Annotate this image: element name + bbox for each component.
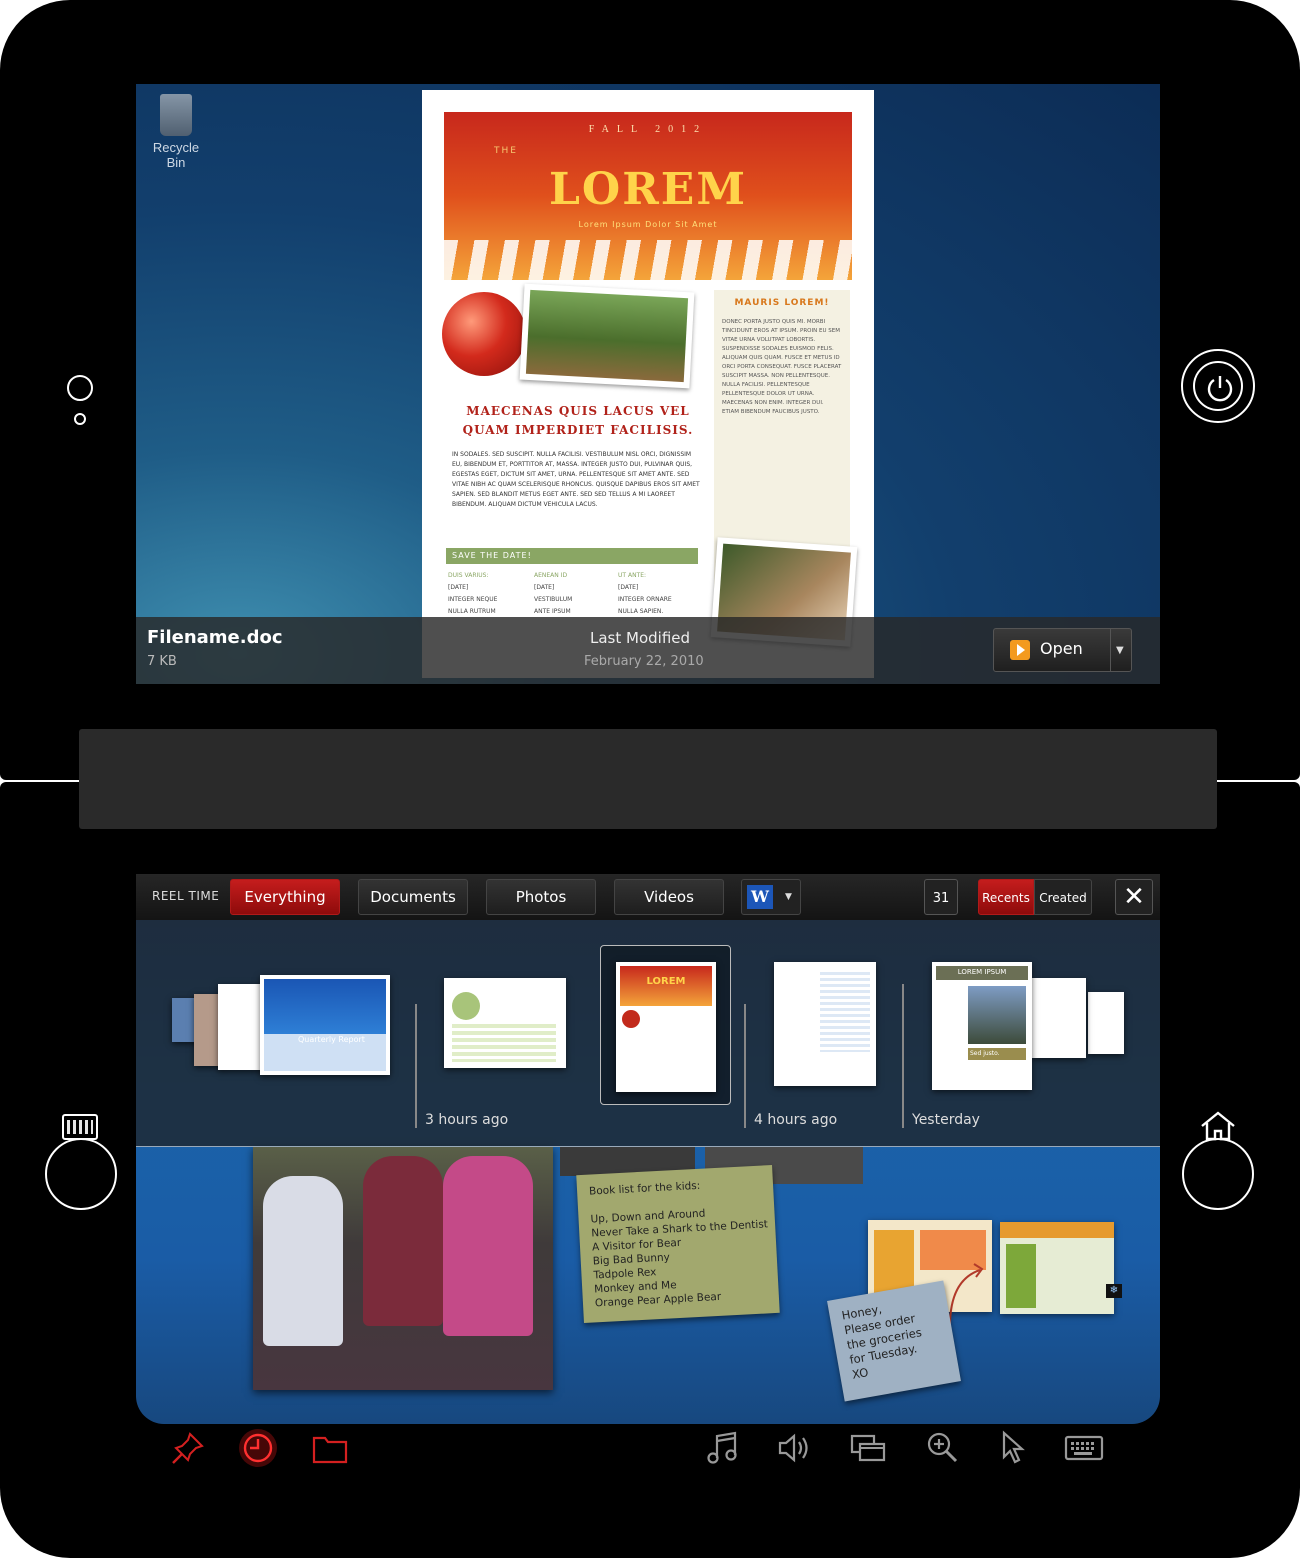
reel-timeline-strip: Quarterly Report 3 hours ago LOREM 4 hou… xyxy=(136,920,1160,1147)
lorem-ipsum-thumb-title: LOREM IPSUM xyxy=(957,968,1007,976)
document-thumbnail[interactable] xyxy=(1032,978,1086,1058)
timeline-label: Yesterday xyxy=(912,1112,980,1128)
camera-icon xyxy=(67,375,93,401)
close-icon: ✕ xyxy=(1123,882,1145,912)
music-icon[interactable] xyxy=(705,1430,741,1466)
family-photo xyxy=(519,283,695,389)
document-preview[interactable]: FALL 2012 THE LOREM Lorem Ipsum Dolor Si… xyxy=(422,90,874,678)
power-button[interactable] xyxy=(1181,349,1255,423)
leaves-decoration xyxy=(444,240,852,280)
newsletter-body: In sodales. Sed suscipit. Nulla facilisi… xyxy=(452,451,700,508)
last-modified-value: February 22, 2010 xyxy=(584,654,704,669)
reel-title: REEL TIME xyxy=(152,889,220,903)
clock-icon[interactable] xyxy=(236,1426,280,1470)
open-button[interactable]: Open ▼ xyxy=(993,628,1132,672)
power-icon xyxy=(1207,376,1233,402)
recycle-bin-shortcut[interactable]: Recycle Bin xyxy=(144,92,208,170)
right-nav-button[interactable] xyxy=(1182,1138,1254,1210)
open-dropdown-icon[interactable]: ▼ xyxy=(1116,645,1124,656)
newsletter-headline: Maecenas quis lacus vel quam imperdiet f… xyxy=(462,404,694,437)
lorem-newsletter-thumbnail[interactable]: LOREM xyxy=(616,962,716,1092)
left-nav-button[interactable] xyxy=(45,1138,117,1210)
quarterly-report-title: Quarterly Report xyxy=(298,1035,365,1044)
timeline-label: 4 hours ago xyxy=(754,1112,838,1128)
document-thumbnail[interactable] xyxy=(218,984,264,1070)
open-button-separator xyxy=(1110,629,1111,671)
newsletter-the: THE xyxy=(494,146,518,156)
file-size: 7 KB xyxy=(147,654,177,669)
keyboard-icon[interactable] xyxy=(1064,1430,1104,1466)
quarterly-report-thumbnail[interactable]: Quarterly Report xyxy=(260,975,390,1075)
open-play-icon xyxy=(1010,640,1030,660)
sensor-icon xyxy=(74,413,86,425)
sidebar-text: Donec porta justo quis mi. Morbi tincidu… xyxy=(722,319,842,415)
grocery-text: Honey, Please order the groceries for Tu… xyxy=(840,1301,923,1382)
spreadsheet-thumbnail[interactable] xyxy=(444,978,566,1068)
date-column: Ut ante: [Date] Integer ornare nulla sap… xyxy=(618,572,672,615)
last-modified-label: Last Modified xyxy=(590,629,691,647)
book-list-text: Book list for the kids: Up, Down and Aro… xyxy=(588,1179,769,1310)
reel-toolbar: REEL TIME Everything Documents Photos Vi… xyxy=(136,874,1160,920)
book-list-note[interactable]: Book list for the kids: Up, Down and Aro… xyxy=(576,1164,780,1324)
grocery-note[interactable]: Honey, Please order the groceries for Tu… xyxy=(827,1280,961,1402)
save-the-date-bar: Save the Date! xyxy=(446,548,698,564)
recents-toggle[interactable]: Recents xyxy=(978,879,1034,915)
word-icon: W xyxy=(747,885,773,909)
pointer-icon[interactable] xyxy=(996,1430,1032,1466)
keyboard-icon[interactable] xyxy=(62,1114,98,1140)
newsletter-title: LOREM xyxy=(548,164,748,215)
tab-videos[interactable]: Videos xyxy=(614,879,724,915)
snowflake-icon: ❄ xyxy=(1106,1284,1122,1298)
timeline-divider xyxy=(902,984,904,1128)
file-name: Filename.doc xyxy=(147,627,283,648)
apple-image xyxy=(442,292,526,376)
app-filter-dropdown[interactable]: W ▼ xyxy=(741,879,801,915)
lorem-ipsum-house-thumbnail[interactable]: LOREM IPSUM Sed justo. xyxy=(932,962,1032,1090)
date-column: Aenean id [Date] Vestibulum ante ipsum xyxy=(534,572,573,615)
pin-icon[interactable] xyxy=(170,1430,206,1466)
device-hinge xyxy=(79,729,1217,829)
date-column: Duis varius: [Date] Integer neque nulla … xyxy=(448,572,498,615)
recycle-bin-icon xyxy=(160,94,192,136)
calendar-button[interactable]: 31 xyxy=(924,879,958,915)
sidebar-heading: Mauris lorem! xyxy=(734,298,830,308)
timeline-divider xyxy=(415,1004,417,1128)
kids-photo[interactable] xyxy=(253,1146,553,1390)
file-info-bar: Filename.doc 7 KB Last Modified February… xyxy=(136,617,1160,684)
close-button[interactable]: ✕ xyxy=(1115,879,1153,915)
lorem-thumb-title: LOREM xyxy=(646,976,686,987)
tab-documents[interactable]: Documents xyxy=(358,879,468,915)
tab-everything[interactable]: Everything xyxy=(230,879,340,915)
chevron-down-icon: ▼ xyxy=(785,892,792,902)
timeline-divider xyxy=(744,1004,746,1128)
recycle-bin-label: Recycle Bin xyxy=(152,140,200,170)
newsletter-season: FALL 2012 xyxy=(588,124,708,135)
volume-icon[interactable] xyxy=(777,1430,813,1466)
gantt-document-thumbnail[interactable] xyxy=(774,962,876,1086)
timeline-label: 3 hours ago xyxy=(425,1112,509,1128)
folder-icon[interactable] xyxy=(312,1430,348,1466)
zoom-icon[interactable] xyxy=(924,1430,960,1466)
newsletter-subtitle: Lorem Ipsum Dolor Sit Amet xyxy=(578,220,718,229)
open-button-label: Open xyxy=(1040,639,1083,658)
created-toggle[interactable]: Created xyxy=(1034,879,1092,915)
document-thumbnail[interactable] xyxy=(1088,992,1124,1054)
sed-justo-label: Sed justo. xyxy=(970,1050,1000,1057)
windows-icon[interactable] xyxy=(850,1430,886,1466)
calendar-icon: 31 xyxy=(932,891,950,906)
tab-photos[interactable]: Photos xyxy=(486,879,596,915)
web-page-thumbnail[interactable] xyxy=(1000,1222,1114,1314)
